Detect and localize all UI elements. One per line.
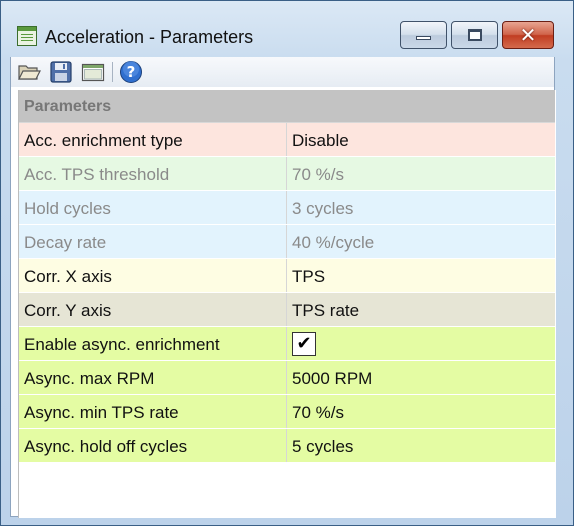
parameter-name: Async. hold off cycles <box>24 437 188 456</box>
column-divider <box>286 429 287 462</box>
parameter-row[interactable]: Async. min TPS rate 70 %/s <box>19 395 555 429</box>
parameter-value[interactable]: Disable <box>292 131 349 151</box>
parameter-name: Corr. X axis <box>24 267 112 286</box>
column-divider <box>286 361 287 394</box>
parameter-name: Hold cycles <box>24 199 111 218</box>
parameter-name: Decay rate <box>24 233 107 252</box>
close-icon: ✕ <box>519 23 537 47</box>
parameter-row[interactable]: Hold cycles 3 cycles <box>19 191 555 225</box>
parameter-row[interactable]: Acc. TPS threshold 70 %/s <box>19 157 555 191</box>
close-button[interactable]: ✕ <box>502 21 554 49</box>
parameter-value: 70 %/s <box>292 165 344 184</box>
parameter-value[interactable]: 5 cycles <box>292 437 353 457</box>
parameter-row[interactable]: Decay rate 40 %/cycle <box>19 225 555 259</box>
toolbar: ? <box>11 57 554 87</box>
parameter-name: Acc. enrichment type <box>24 131 183 150</box>
window-title: Acceleration - Parameters <box>45 27 254 47</box>
title-bar[interactable]: Acceleration - Parameters ✕ <box>1 1 573 57</box>
maximize-button[interactable] <box>451 21 498 49</box>
column-divider <box>286 225 287 258</box>
parameter-value[interactable]: TPS rate <box>292 301 359 321</box>
parameter-grid: Parameters Acc. enrichment type Disable Ac… <box>18 90 556 518</box>
parameter-name: Corr. Y axis <box>24 301 112 320</box>
open-button[interactable] <box>17 60 41 84</box>
parameters-section-header[interactable]: Parameters <box>19 90 555 123</box>
maximize-icon <box>468 29 482 41</box>
parameter-name: Async. min TPS rate <box>24 403 179 422</box>
column-divider <box>286 157 287 190</box>
enable-async-checkbox[interactable]: ✔ <box>292 332 316 356</box>
column-divider <box>286 293 287 326</box>
parameter-row[interactable]: Acc. enrichment type Disable <box>19 123 555 157</box>
parameter-row[interactable]: Corr. X axis TPS <box>19 259 555 293</box>
save-button[interactable] <box>49 60 73 84</box>
column-divider <box>286 123 287 156</box>
parameter-value[interactable]: 5000 RPM <box>292 369 372 389</box>
parameter-value: 3 cycles <box>292 199 354 218</box>
section-label: Parameters <box>24 98 112 115</box>
app-window-icon[interactable] <box>17 26 37 46</box>
window-button[interactable] <box>81 60 105 84</box>
column-divider <box>286 259 287 292</box>
open-folder-icon <box>18 65 41 80</box>
svg-text:?: ? <box>127 63 136 81</box>
help-button[interactable]: ? <box>119 60 143 84</box>
parameter-row[interactable]: Async. max RPM 5000 RPM <box>19 361 555 395</box>
minimize-icon <box>416 36 431 40</box>
parameter-value[interactable]: TPS <box>292 267 325 287</box>
minimize-button[interactable] <box>400 21 447 49</box>
save-icon <box>50 61 72 83</box>
parameter-value[interactable]: 70 %/s <box>292 403 344 423</box>
parameter-name: Acc. TPS threshold <box>24 165 170 184</box>
window-icon <box>81 63 105 82</box>
parameter-row[interactable]: Corr. Y axis TPS rate <box>19 293 555 327</box>
parameter-name: Enable async. enrichment <box>24 335 220 354</box>
window-client-area: ? Parameters Acc. enrichment type Disable… <box>10 57 556 518</box>
parameter-row[interactable]: Enable async. enrichment ✔ <box>19 327 555 361</box>
column-divider <box>286 327 287 360</box>
parameters-window: Acceleration - Parameters ✕ ? Parameters… <box>0 0 574 526</box>
parameter-row[interactable]: Async. hold off cycles 5 cycles <box>19 429 555 463</box>
parameter-name: Async. max RPM <box>24 369 155 388</box>
column-divider <box>286 395 287 428</box>
toolbar-separator <box>112 62 113 82</box>
help-icon: ? <box>120 61 142 83</box>
column-divider <box>286 191 287 224</box>
parameter-value: 40 %/cycle <box>292 233 375 252</box>
